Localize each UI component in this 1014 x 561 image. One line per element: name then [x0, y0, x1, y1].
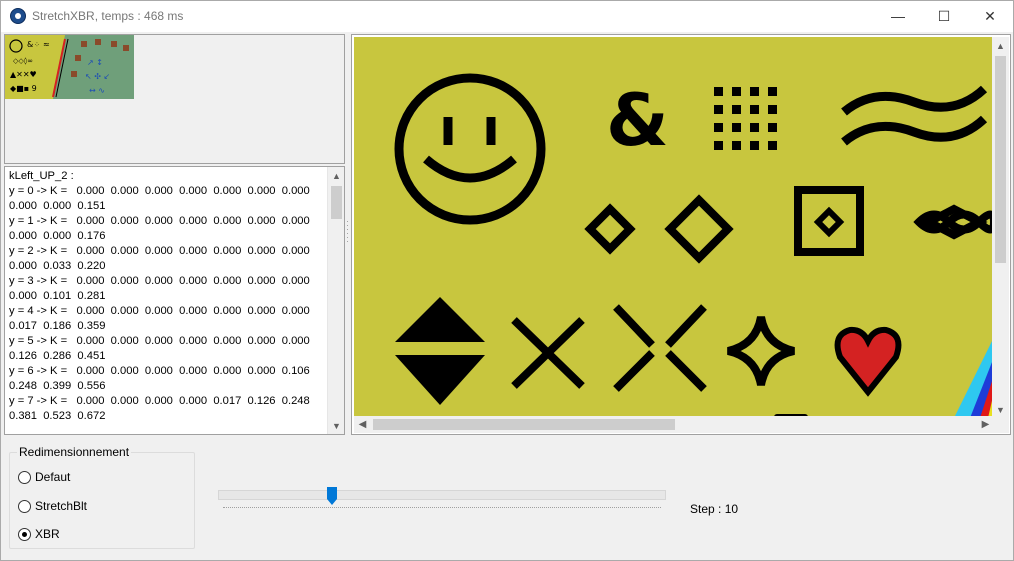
- radio-xbr[interactable]: XBR: [18, 527, 60, 541]
- svg-text:▲✕✕♥: ▲✕✕♥: [10, 70, 37, 79]
- kernel-text: kLeft_UP_2 : y = 0 -> K = 0.000 0.000 0.0…: [9, 169, 327, 424]
- kernel-text-line: y = 2 -> K = 0.000 0.000 0.000 0.000 0.0…: [9, 245, 310, 257]
- svg-text:◆■▪ 9: ◆■▪ 9: [10, 84, 37, 93]
- image-horizontal-scrollbar[interactable]: ◀ ▶: [354, 416, 994, 433]
- kernel-text-line: y = 0 -> K = 0.000 0.000 0.000 0.000 0.0…: [9, 185, 310, 197]
- close-icon: ✕: [984, 7, 996, 24]
- kernel-text-line: 0.017 0.186 0.359: [9, 320, 106, 332]
- maximize-icon: ☐: [937, 7, 951, 24]
- scroll-thumb[interactable]: [331, 186, 342, 219]
- kernel-text-line: 0.000 0.000 0.151: [9, 200, 106, 212]
- radio-label-stretchblt: StretchBlt: [35, 499, 88, 513]
- kernel-text-line: y = 6 -> K = 0.000 0.000 0.000 0.000 0.0…: [9, 365, 310, 377]
- text-vertical-scrollbar[interactable]: ▲ ▼: [327, 167, 344, 434]
- step-slider-track[interactable]: [218, 490, 666, 500]
- radio-circle-default[interactable]: [18, 470, 31, 484]
- kernel-text-line: 0.248 0.399 0.556: [9, 380, 106, 392]
- radio-stretchblt[interactable]: StretchBlt: [18, 499, 87, 513]
- scrollbar-corner: [992, 416, 1009, 433]
- kernel-text-line: y = 7 -> K = 0.000 0.000 0.000 0.000 0.0…: [9, 395, 310, 407]
- step-slider-ticks: [223, 507, 661, 510]
- kernel-text-line: 0.000 0.000 0.176: [9, 230, 106, 242]
- kernel-text-line: 0.381 0.523 0.672: [9, 410, 106, 422]
- close-button[interactable]: ✕: [967, 1, 1013, 31]
- svg-text:&: &: [27, 40, 33, 49]
- step-slider-thumb[interactable]: [327, 487, 337, 505]
- svg-text:↔ ∿: ↔ ∿: [89, 86, 105, 95]
- svg-text:⁘: ⁘: [34, 41, 40, 49]
- kernel-text-line: 0.000 0.033 0.220: [9, 260, 106, 272]
- radio-circle-xbr[interactable]: [18, 527, 31, 541]
- source-thumbnail-panel: & ⁘ ≈ ◇◇◊∞ ▲✕✕♥ ◆■▪ 9 ↗ ↕ ↖ ✣ ↙ ↔ ∿: [4, 34, 345, 164]
- kernel-text-line: 0.000 0.101 0.281: [9, 290, 106, 302]
- svg-text:≈: ≈: [43, 40, 50, 49]
- resize-group-title: Redimensionnement: [17, 445, 132, 459]
- scroll-down-icon[interactable]: ▼: [328, 417, 345, 434]
- minimize-button[interactable]: —: [875, 1, 921, 31]
- kernel-text-line: y = 4 -> K = 0.000 0.000 0.000 0.000 0.0…: [9, 305, 310, 317]
- stretched-image: &: [354, 37, 994, 418]
- stretched-image-panel[interactable]: & ▲ ▼ ◀ ▶: [351, 34, 1011, 435]
- source-thumbnail: & ⁘ ≈ ◇◇◊∞ ▲✕✕♥ ◆■▪ 9 ↗ ↕ ↖ ✣ ↙ ↔ ∿: [5, 35, 134, 99]
- kernel-text-line: y = 3 -> K = 0.000 0.000 0.000 0.000 0.0…: [9, 275, 310, 287]
- main-window: StretchXBR, temps : 468 ms — ☐ ✕ & ⁘ ≈ ◇…: [0, 0, 1014, 561]
- image-vertical-scrollbar[interactable]: ▲ ▼: [992, 37, 1009, 418]
- svg-text:◇◇◊∞: ◇◇◊∞: [13, 57, 33, 65]
- window-title: StretchXBR, temps : 468 ms: [32, 9, 184, 23]
- scroll-up-icon[interactable]: ▲: [328, 167, 345, 184]
- kernel-text-panel[interactable]: kLeft_UP_2 : y = 0 -> K = 0.000 0.000 0.0…: [4, 166, 345, 435]
- app-icon: [10, 8, 26, 24]
- title-bar[interactable]: StretchXBR, temps : 468 ms — ☐ ✕: [1, 1, 1013, 32]
- kernel-text-line: y = 1 -> K = 0.000 0.000 0.000 0.000 0.0…: [9, 215, 310, 227]
- kernel-text-line: kLeft_UP_2 :: [9, 170, 74, 182]
- splitter-handle[interactable]: · · · · · ·: [346, 217, 350, 249]
- scroll-up-icon[interactable]: ▲: [992, 37, 1009, 54]
- radio-label-default: Defaut: [35, 470, 71, 484]
- radio-label-xbr: XBR: [35, 527, 60, 541]
- svg-text:↗ ↕: ↗ ↕: [87, 58, 103, 67]
- kernel-text-line: 0.126 0.286 0.451: [9, 350, 106, 362]
- radio-circle-stretchblt[interactable]: [18, 499, 31, 513]
- image-hscroll-thumb[interactable]: [373, 419, 675, 430]
- scroll-left-icon[interactable]: ◀: [354, 416, 371, 433]
- stretched-image-svg: &: [354, 37, 994, 418]
- radio-default[interactable]: Defaut: [18, 470, 70, 484]
- ampersand-shape: &: [606, 78, 669, 162]
- minimize-icon: —: [891, 8, 905, 24]
- image-vscroll-thumb[interactable]: [995, 56, 1006, 263]
- kernel-text-line: y = 5 -> K = 0.000 0.000 0.000 0.000 0.0…: [9, 335, 310, 347]
- step-label: Step : 10: [690, 502, 739, 516]
- maximize-button[interactable]: ☐: [921, 1, 967, 31]
- svg-text:↖ ✣ ↙: ↖ ✣ ↙: [85, 72, 110, 81]
